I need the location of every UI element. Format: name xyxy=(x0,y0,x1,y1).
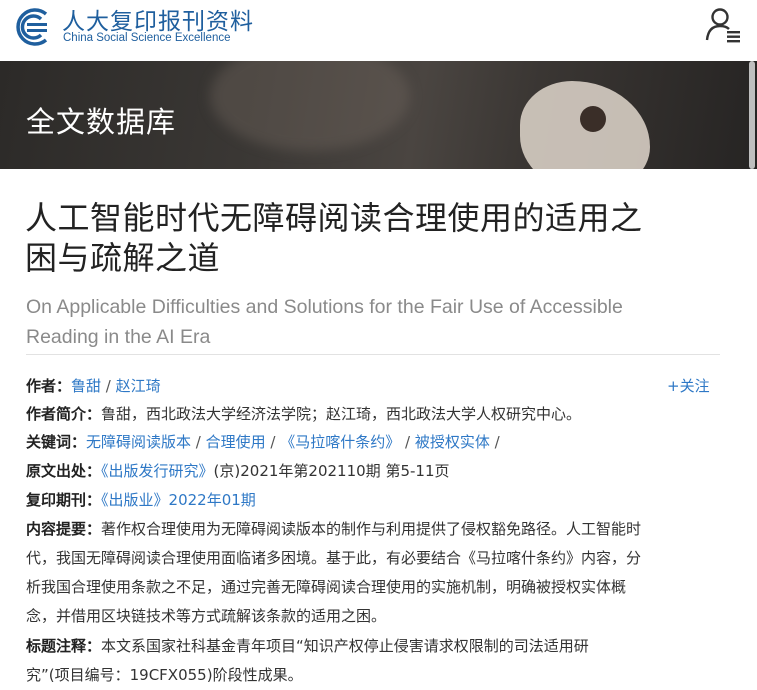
keyword-link[interactable]: 无障碍阅读版本 xyxy=(86,433,191,451)
top-header: 人大复印报刊资料 China Social Science Excellence xyxy=(0,0,757,58)
csse-logo-icon[interactable] xyxy=(10,6,52,48)
keyword-link[interactable]: 《马拉喀什条约》 xyxy=(280,433,400,451)
author-link[interactable]: 赵江琦 xyxy=(116,377,161,395)
author-link[interactable]: 鲁甜 xyxy=(71,377,101,395)
keyword-link[interactable]: 合理使用 xyxy=(206,433,266,451)
reprint-issue-link[interactable]: 2022年01期 xyxy=(169,491,256,509)
title-note: 标题注释：本文系国家社科基金青年项目“知识产权停止侵害请求权限制的司法适用研 究… xyxy=(26,637,589,684)
article-title-cn: 人工智能时代无障碍阅读合理使用的适用之 困与疏解之道 xyxy=(25,199,643,277)
keyword-link[interactable]: 被授权实体 xyxy=(415,433,490,451)
author-bio-row: 作者简介：鲁甜，西北政法大学经济法学院；赵江琦，西北政法大学人权研究中心。 xyxy=(26,405,582,423)
brand-name-cn[interactable]: 人大复印报刊资料 xyxy=(62,2,254,36)
user-menu-icon[interactable] xyxy=(705,6,743,44)
source-journal-link[interactable]: 《出版发行研究》 xyxy=(101,462,214,480)
banner-title: 全文数据库 xyxy=(26,105,177,139)
brand-name-en: China Social Science Excellence xyxy=(63,32,231,44)
source-row: 原文出处：《出版发行研究》(京)2021年第202110期 第5-11页 xyxy=(26,462,450,480)
reprint-journal-link[interactable]: 《出版业》 xyxy=(101,491,169,509)
reprint-row: 复印期刊：《出版业》2022年01期 xyxy=(26,491,256,509)
author-row: 作者：鲁甜 / 赵江琦 xyxy=(26,377,161,395)
divider xyxy=(26,354,720,355)
article-title-en: On Applicable Difficulties and Solutions… xyxy=(26,296,623,348)
follow-button[interactable]: +关注 xyxy=(667,375,710,397)
abstract: 内容提要：著作权合理使用为无障碍阅读版本的制作与利用提供了侵权豁免路径。人工智能… xyxy=(26,520,642,625)
scrollbar[interactable] xyxy=(749,61,755,169)
keywords-row: 关键词：无障碍阅读版本 / 合理使用 / 《马拉喀什条约》 / 被授权实体 / xyxy=(26,433,500,451)
database-banner: 全文数据库 xyxy=(0,61,757,169)
